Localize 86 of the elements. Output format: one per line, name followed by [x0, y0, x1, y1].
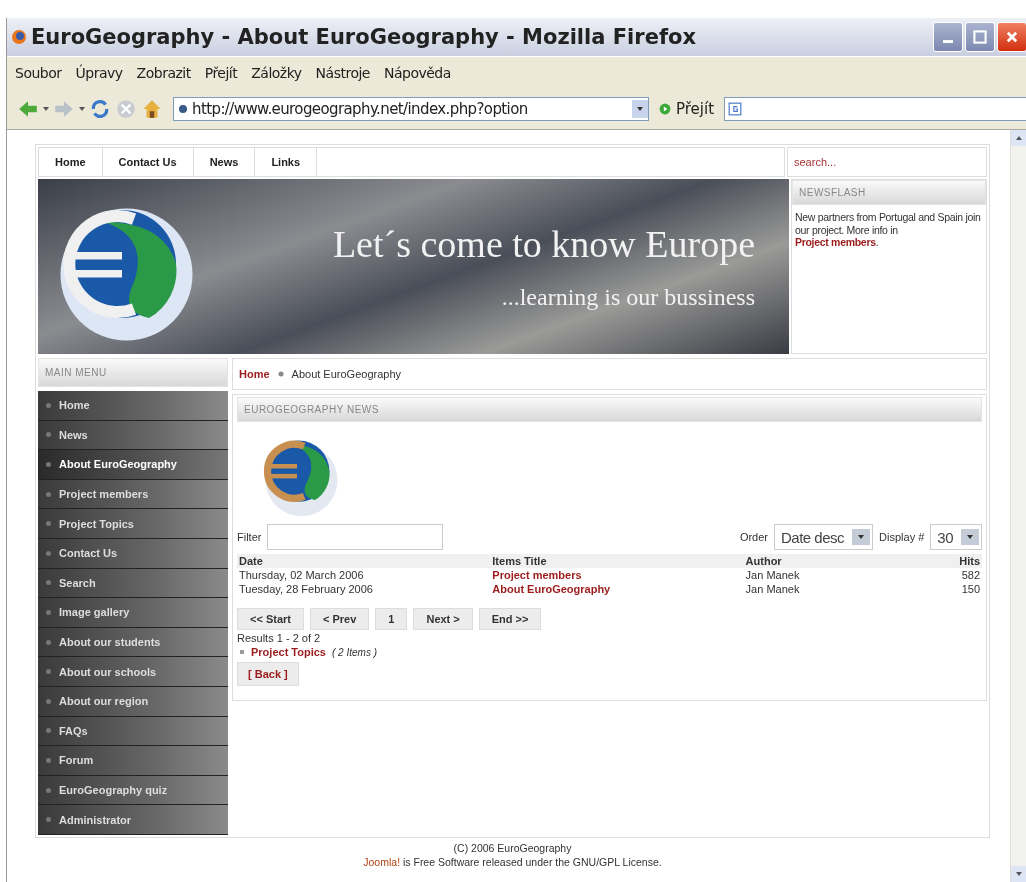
filter-label: Filter [237, 531, 262, 543]
reload-icon[interactable] [89, 98, 111, 120]
play-icon [659, 103, 671, 115]
project-members-link[interactable]: Project members [795, 236, 876, 249]
menu-item[interactable]: About EuroGeography [38, 450, 228, 480]
pagination-button[interactable]: End >> [478, 608, 542, 630]
order-select[interactable]: Date desc [774, 524, 874, 550]
menu-item[interactable]: Úpravy [75, 65, 123, 81]
home-icon[interactable] [141, 98, 163, 120]
maximize-icon [973, 30, 987, 44]
pagination-button[interactable]: << Start [237, 608, 304, 630]
filter-field[interactable] [267, 524, 444, 550]
column-header: Hits [910, 554, 982, 568]
breadcrumb-link[interactable]: Home [239, 368, 270, 380]
pagination-button[interactable]: 1 [375, 608, 408, 630]
menu-item[interactable]: About our students [38, 627, 228, 658]
address-field[interactable]: http://www.eurogeography.net/index.php?option [173, 97, 649, 121]
section-heading: EUROGEOGRAPHY NEWS [237, 397, 982, 422]
table-cell: Thursday, 02 March 2006 [237, 568, 491, 582]
nav-link[interactable]: News [193, 148, 256, 176]
go-button[interactable]: Přejít [653, 100, 721, 118]
menu-item[interactable]: Project members [38, 479, 228, 510]
item-count: ( 2 Items ) [332, 646, 377, 658]
breadcrumb-current: About EuroGeography [291, 368, 402, 380]
table-cell: Jan Manek [743, 568, 911, 582]
window-title: EuroGeography - About EuroGeography - Mozilla Firefox [31, 25, 697, 49]
banner-tagline: ...learning is our bussiness [501, 284, 755, 311]
firefox-icon [11, 29, 27, 45]
close-button[interactable] [997, 22, 1026, 52]
order-label: Order [739, 531, 768, 543]
menu-item[interactable]: News [38, 420, 228, 451]
menu-item[interactable]: Nástroje [315, 65, 370, 81]
close-icon [1005, 30, 1019, 44]
menu-item[interactable]: About our region [38, 686, 228, 717]
menu-item[interactable]: Záložky [251, 65, 302, 81]
display-select[interactable]: 30 [930, 524, 982, 550]
bullet-icon [239, 649, 245, 655]
menu-item[interactable]: Soubor [15, 65, 62, 81]
menu-item[interactable]: EuroGeography quiz [38, 775, 228, 806]
table-cell-text: Tuesday, 28 February 2006 [238, 582, 374, 596]
menu-item[interactable]: Administrator [38, 805, 228, 835]
minimize-button[interactable] [933, 22, 963, 52]
menu-item[interactable]: Nápověda [383, 65, 451, 81]
item-title-link[interactable]: About EuroGeography [492, 583, 611, 595]
breadcrumb-separator-icon [277, 371, 284, 377]
table-cell: 582 [910, 568, 982, 582]
table-cell-text: 150 [960, 582, 981, 596]
site-icon [178, 104, 188, 114]
menu-item[interactable]: FAQs [38, 716, 228, 747]
display-label: Display # [879, 531, 925, 543]
column-header: Items Title [490, 554, 744, 568]
menu-item[interactable]: Contact Us [38, 538, 228, 569]
dropdown-arrow-icon[interactable] [43, 107, 49, 111]
main-menu-heading: MAIN MENU [38, 358, 228, 387]
menu-item[interactable]: Search [38, 568, 228, 599]
banner-headline: Let´s come to know Europe [332, 222, 755, 266]
column-header: Author [743, 554, 911, 568]
scrollbar[interactable] [1010, 130, 1026, 882]
newsflash-text: New partners from Portugal and Spain join our project. More info in Project members. [795, 211, 982, 249]
nav-link[interactable]: Home [39, 148, 103, 176]
menu-item[interactable]: Přejít [204, 65, 238, 81]
menu-item[interactable]: Zobrazit [136, 65, 191, 81]
search-field[interactable] [724, 97, 1026, 121]
back-button[interactable]: [ Back ] [237, 662, 299, 686]
column-header: Date [237, 554, 491, 568]
pagination-button[interactable]: < Prev [309, 608, 370, 630]
category-link[interactable]: Project Topics [251, 646, 326, 658]
menu-item[interactable]: Forum [38, 746, 228, 776]
pagination-button[interactable]: Next > [413, 608, 473, 630]
nav-link[interactable]: Contact Us [102, 148, 194, 176]
table-cell-text: Jan Manek [744, 582, 801, 596]
menu-item[interactable]: Project Topics [38, 509, 228, 539]
menu-item[interactable]: Home [38, 391, 228, 421]
minimize-icon [943, 39, 953, 43]
license-text: Joomla! is Free Software released under the GNU/GPL License. [362, 855, 663, 870]
maximize-button[interactable] [965, 22, 995, 52]
results-count: Results 1 - 2 of 2 [237, 632, 322, 644]
module-heading: NEWSFLASH [792, 180, 986, 205]
copyright-text: (C) 2006 EuroGeography [452, 841, 573, 856]
item-title-link[interactable]: Project members [492, 569, 582, 581]
search-engine-icon [728, 102, 743, 116]
dropdown-arrow-icon[interactable] [79, 107, 85, 111]
menu-item[interactable]: About our schools [38, 657, 228, 687]
nav-link[interactable]: Links [255, 148, 318, 176]
joomla-link[interactable]: Joomla! [363, 855, 401, 868]
menu-item[interactable]: Image gallery [38, 598, 228, 628]
